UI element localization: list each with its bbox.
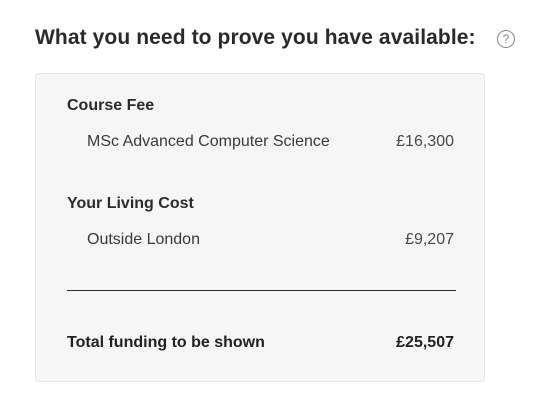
- living-location-label: Outside London: [87, 231, 200, 248]
- question-circle-icon[interactable]: ?: [497, 30, 515, 48]
- course-fee-value: £16,300: [396, 133, 454, 150]
- living-cost-title: Your Living Cost: [67, 195, 194, 212]
- total-divider: [67, 290, 456, 291]
- funding-summary-card: Course Fee MSc Advanced Computer Science…: [35, 73, 485, 382]
- course-name-label: MSc Advanced Computer Science: [87, 133, 330, 150]
- living-cost-value: £9,207: [405, 231, 454, 248]
- total-funding-value: £25,507: [396, 334, 454, 351]
- course-fee-title: Course Fee: [67, 97, 155, 114]
- page-heading: What you need to prove you have availabl…: [35, 26, 476, 49]
- total-funding-label: Total funding to be shown: [67, 334, 265, 351]
